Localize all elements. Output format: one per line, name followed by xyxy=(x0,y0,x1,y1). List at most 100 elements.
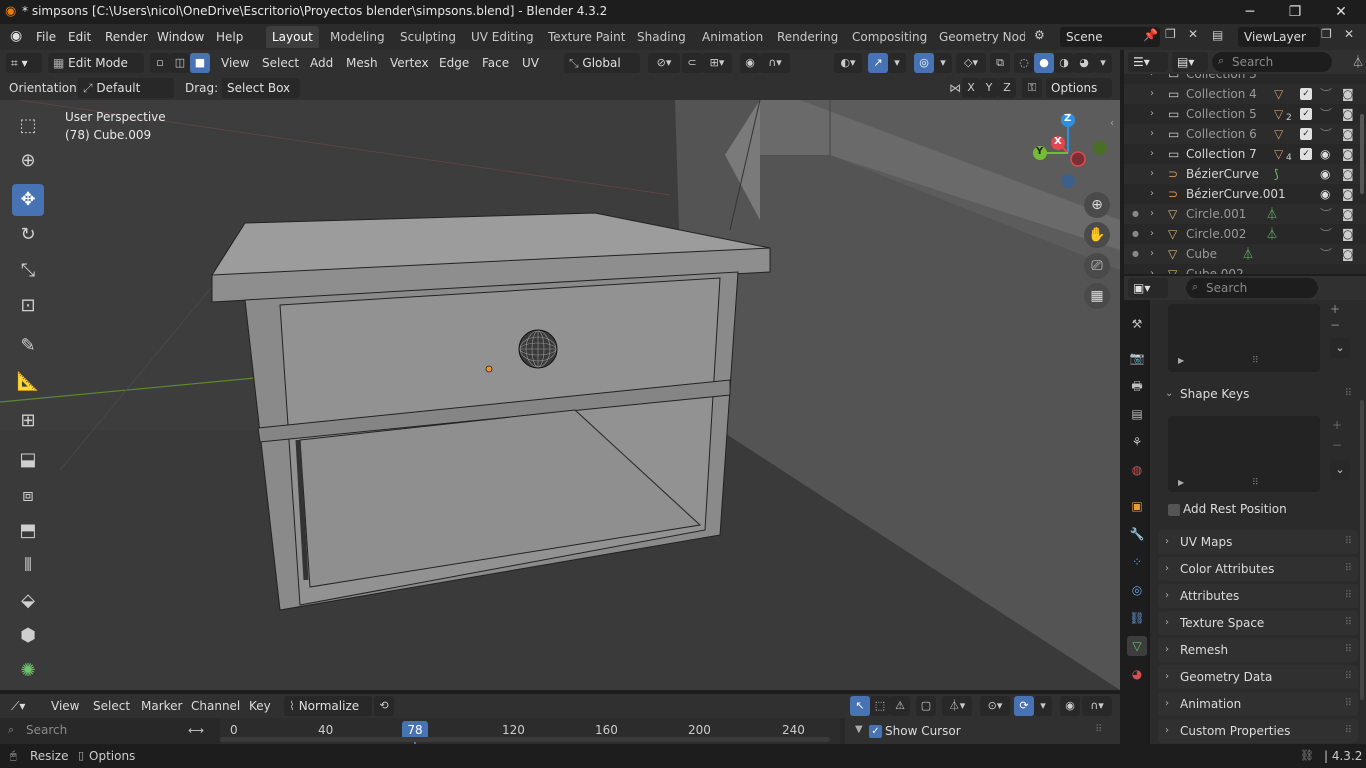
expand-icon[interactable]: › xyxy=(1150,124,1154,144)
exclude-checkbox[interactable]: ✓ xyxy=(1300,88,1312,100)
shape-key-menu-icon[interactable]: ⌄ xyxy=(1330,460,1350,480)
vertex-group-list[interactable]: ▶ ⠿ xyxy=(1168,304,1320,372)
menu-edge[interactable]: Edge xyxy=(434,53,474,73)
bevel-icon[interactable]: ⬒ xyxy=(12,515,44,547)
move-icon[interactable]: ✥ xyxy=(12,184,44,216)
snapping-icon[interactable]: ⟳ xyxy=(1014,696,1034,716)
geometry-data-panel[interactable]: › Geometry Data ⠿ xyxy=(1158,665,1358,689)
camera-icon[interactable]: ⎚ xyxy=(1084,253,1110,279)
menu-render[interactable]: Render xyxy=(101,28,152,46)
menu-uv[interactable]: UV xyxy=(517,53,544,73)
uv-maps-panel[interactable]: › UV Maps ⠿ xyxy=(1158,530,1358,554)
render-camera-icon[interactable]: ◙ xyxy=(1342,244,1354,264)
proportional-edit-icon[interactable]: ◉ xyxy=(740,53,760,73)
render-camera-icon[interactable]: ◙ xyxy=(1342,84,1354,104)
texture-space-panel[interactable]: › Texture Space ⠿ xyxy=(1158,611,1358,635)
remesh-panel[interactable]: › Remesh ⠿ xyxy=(1158,638,1358,662)
gizmo-icon[interactable]: ↗ xyxy=(868,53,888,73)
rotate-icon[interactable]: ↻ xyxy=(12,219,44,251)
add-vertex-group-icon[interactable]: + xyxy=(1330,302,1340,316)
view-layer-icon[interactable]: ▤ xyxy=(1212,28,1223,42)
outliner-row-collection-5[interactable]: › ▭ Collection 5 ▽ 2 ✓ ︶ ◙ xyxy=(1124,104,1366,124)
normalize-toggle[interactable]: ⌇ Normalize xyxy=(284,696,372,716)
color-attributes-panel[interactable]: › Color Attributes ⠿ xyxy=(1158,557,1358,581)
swap-icon[interactable]: ⟷ xyxy=(186,721,206,741)
gizmo-dropdown-icon[interactable]: ▾ xyxy=(888,53,906,73)
pin-icon[interactable]: 📌 xyxy=(1143,28,1158,42)
menu-vertex[interactable]: Vertex xyxy=(385,53,434,73)
filter-channels-icon[interactable]: ▢ xyxy=(916,696,936,716)
errors-icon[interactable]: ⚠ xyxy=(890,696,910,716)
rendered-shading-icon[interactable]: ◕ xyxy=(1074,53,1094,73)
expand-icon[interactable]: › xyxy=(1150,264,1154,274)
data-tab-icon[interactable]: ▽ xyxy=(1127,636,1147,656)
timeline-menu-channel[interactable]: Channel xyxy=(186,696,245,716)
properties-scrollbar[interactable] xyxy=(1360,400,1364,700)
cursor-icon[interactable]: ⊕ xyxy=(12,145,44,177)
auto-normalize-icon[interactable]: ⟲ xyxy=(374,696,394,716)
hidden-eye-icon[interactable]: ︶ xyxy=(1320,204,1332,224)
snapping-dropdown-icon[interactable]: ▾ xyxy=(1034,696,1052,716)
expand-icon[interactable]: › xyxy=(1150,74,1154,84)
properties-search-input[interactable]: ⌕ Search xyxy=(1186,278,1318,298)
collapse-icon[interactable]: ▼ xyxy=(855,724,863,735)
inset-icon[interactable]: ⧈ xyxy=(12,480,44,512)
frame-ruler[interactable]: 0 40 78 120 160 200 240 xyxy=(220,718,840,744)
tab-compositing[interactable]: Compositing xyxy=(846,26,933,48)
editor-type-icon[interactable]: ⌗ ▾ xyxy=(6,53,42,73)
render-camera-icon[interactable]: ◙ xyxy=(1342,124,1354,144)
drag-dropdown[interactable]: Select Box xyxy=(222,78,300,98)
xray-icon[interactable]: ⧉ xyxy=(990,53,1010,73)
poly-build-icon[interactable]: ⬢ xyxy=(12,620,44,652)
tab-rendering[interactable]: Rendering xyxy=(771,26,844,48)
menu-file[interactable]: File xyxy=(32,28,60,46)
remove-vertex-group-icon[interactable]: − xyxy=(1330,318,1340,332)
snap-target-icon[interactable]: ⊞▾ xyxy=(702,53,732,73)
drag-grip-icon[interactable]: ⠿ xyxy=(1345,557,1352,581)
expand-icon[interactable]: › xyxy=(1150,104,1154,124)
shape-keys-panel-header[interactable]: ⌄ Shape Keys ⠿ xyxy=(1158,382,1358,406)
tab-uv-editing[interactable]: UV Editing xyxy=(465,26,540,48)
remove-shape-key-icon[interactable]: − xyxy=(1332,438,1342,452)
outliner-scrollbar[interactable] xyxy=(1360,114,1364,194)
mirror-z-toggle[interactable]: Z xyxy=(998,78,1016,98)
filter-icon[interactable]: ⏃ xyxy=(1352,53,1364,70)
mode-selector[interactable]: ▦ Edit Mode xyxy=(48,53,144,73)
loop-cut-icon[interactable]: ⫴ xyxy=(12,550,44,582)
attributes-panel[interactable]: › Attributes ⠿ xyxy=(1158,584,1358,608)
timeline-menu-view[interactable]: View xyxy=(46,696,84,716)
show-hidden-icon[interactable]: ⬚ xyxy=(870,696,890,716)
pivot-icon[interactable]: ⊙▾ xyxy=(980,696,1010,716)
render-camera-icon[interactable]: ◙ xyxy=(1342,204,1354,224)
expand-icon[interactable]: › xyxy=(1150,164,1154,184)
outliner-row-collection-4[interactable]: › ▭ Collection 4 ▽ ✓ ︶ ◙ xyxy=(1124,84,1366,104)
outliner-row-cube-002[interactable]: › ▽ Cube.002 xyxy=(1124,264,1366,274)
render-camera-icon[interactable]: ◙ xyxy=(1342,164,1354,184)
drag-grip-icon[interactable]: ⠿ xyxy=(1345,692,1352,716)
tab-layout[interactable]: Layout xyxy=(266,26,319,48)
tab-shading[interactable]: Shading xyxy=(631,26,692,48)
hidden-eye-icon[interactable]: ︶ xyxy=(1320,124,1332,144)
mesh-edit-overlays-icon[interactable]: ◇▾ xyxy=(956,53,986,73)
orientation-dropdown[interactable]: ⤢ Default xyxy=(78,78,174,98)
menu-select[interactable]: Select xyxy=(257,53,304,73)
expand-list-icon[interactable]: ▶ xyxy=(1178,478,1184,487)
tab-texture-paint[interactable]: Texture Paint xyxy=(542,26,631,48)
outliner-editor-icon[interactable]: ☰▾ xyxy=(1128,52,1168,72)
outliner-row-cube[interactable]: ● › ▽ Cube ⏃ ︶ ◙ xyxy=(1124,244,1366,264)
hidden-eye-icon[interactable]: ︶ xyxy=(1320,224,1332,244)
render-tab-icon[interactable]: 📷 xyxy=(1127,348,1147,368)
material-shading-icon[interactable]: ◑ xyxy=(1054,53,1074,73)
custom-properties-panel[interactable]: › Custom Properties ⠿ xyxy=(1158,719,1358,743)
options-dropdown[interactable]: Options xyxy=(1046,78,1112,98)
vertex-select-icon[interactable]: ▫ xyxy=(150,53,170,73)
render-camera-icon[interactable]: ◙ xyxy=(1342,224,1354,244)
menu-help[interactable]: Help xyxy=(212,28,247,46)
mirror-y-toggle[interactable]: Y xyxy=(980,78,998,98)
navigation-gizmo[interactable]: Z X Y xyxy=(1030,110,1110,200)
expand-icon[interactable]: › xyxy=(1150,144,1154,164)
scene-icon[interactable]: ⚙ xyxy=(1034,28,1045,42)
timeline-menu-marker[interactable]: Marker xyxy=(136,696,187,716)
outliner-row-circle-002[interactable]: ● › ▽ Circle.002 ⏃ ︶ ◙ xyxy=(1124,224,1366,244)
overlays-icon[interactable]: ◎ xyxy=(914,53,934,73)
